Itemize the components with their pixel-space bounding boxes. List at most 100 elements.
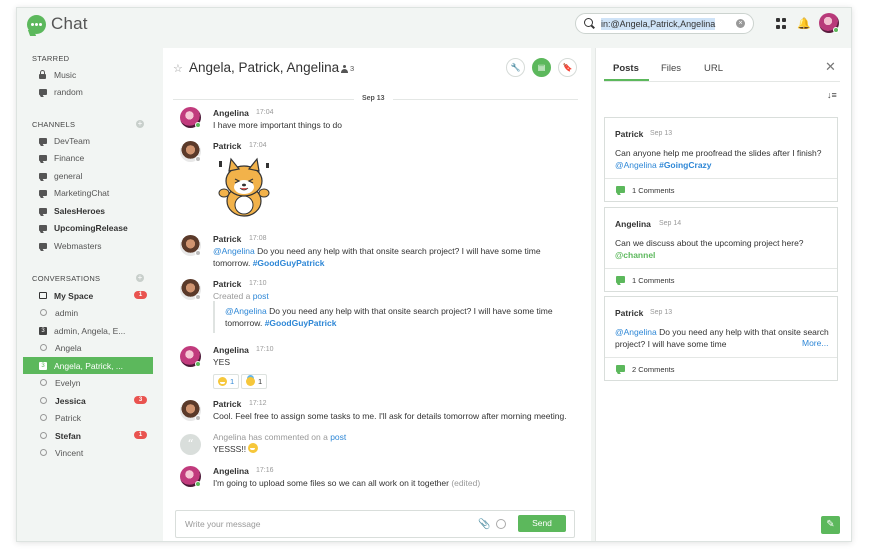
avatar[interactable] — [180, 400, 201, 421]
user-avatar[interactable] — [819, 13, 839, 33]
sidebar-item-label: My Space — [54, 290, 94, 301]
tab-files[interactable]: Files — [661, 63, 681, 74]
tab-url[interactable]: URL — [704, 63, 723, 74]
avatar[interactable] — [180, 346, 201, 367]
post-card[interactable]: Patrick Sep 13 Can anyone help me proofr… — [604, 117, 838, 202]
reaction-count: 1 — [258, 377, 263, 386]
sidebar-item-angela[interactable]: Angela — [17, 339, 162, 356]
sidebar-item-salesheroes[interactable]: SalesHeroes — [17, 202, 162, 219]
sidebar-item-angela-patrick-group[interactable]: 3 Angela, Patrick, ... — [23, 357, 153, 374]
message-time: 17:04 — [256, 109, 274, 116]
online-status-icon — [195, 122, 201, 128]
offline-status-icon — [40, 309, 47, 316]
search-box[interactable]: in:@Angela,Patrick,Angelina × — [575, 13, 754, 34]
hashtag-link[interactable]: #GoodGuyPatrick — [265, 318, 337, 328]
mention-link[interactable]: @Angelina — [213, 246, 255, 256]
sidebar-item-patrick[interactable]: Patrick — [17, 409, 162, 426]
message-author[interactable]: Patrick — [213, 234, 241, 244]
sidebar-item-evelyn[interactable]: Evelyn — [17, 374, 162, 391]
offline-status-icon — [40, 379, 47, 386]
post-link[interactable]: post — [253, 291, 269, 301]
hashtag-link[interactable]: #GoodGuyPatrick — [253, 258, 325, 268]
sidebar-item-marketingchat[interactable]: MarketingChat — [17, 184, 162, 201]
hashtag-link[interactable]: #GoingCrazy — [659, 160, 711, 170]
date-divider: Sep 13 — [354, 95, 393, 102]
offline-status-icon — [40, 344, 47, 351]
post-quote[interactable]: @Angelina Do you need any help with that… — [213, 301, 583, 333]
tab-posts[interactable]: Posts — [613, 63, 639, 74]
details-panel-button[interactable]: ▤ — [532, 58, 551, 77]
chat-panel: ☆ Angela, Patrick, Angelina 3 🔧 ▤ 🔖 Sep … — [163, 48, 591, 541]
bell-icon[interactable]: 🔔 — [797, 18, 811, 30]
avatar[interactable] — [180, 107, 201, 128]
note-author[interactable]: Angelina — [213, 432, 246, 442]
app-logo[interactable]: Chat — [27, 14, 88, 34]
new-post-button[interactable]: ✎ — [821, 516, 840, 534]
member-count[interactable]: 3 — [341, 64, 354, 73]
post-comments[interactable]: 1 Comments — [605, 268, 837, 291]
message-input[interactable] — [185, 519, 465, 529]
sidebar-item-general[interactable]: general — [17, 167, 162, 184]
message-text: I have more important things to do — [213, 120, 342, 130]
message-author[interactable]: Patrick — [213, 279, 241, 289]
post-body: Can anyone help me proofread the slides … — [615, 148, 822, 158]
edited-label: (edited) — [451, 478, 481, 488]
sidebar-item-label: admin, Angela, E... — [54, 325, 126, 336]
message-author[interactable]: Angelina — [213, 108, 249, 118]
app-title: Chat — [51, 14, 88, 33]
sidebar-item-vincent[interactable]: Vincent — [17, 444, 162, 461]
close-icon[interactable]: ✕ — [825, 59, 836, 75]
avatar[interactable] — [180, 235, 201, 256]
sidebar-item-admin-angela-group[interactable]: 3 admin, Angela, E... — [17, 322, 162, 339]
avatar[interactable] — [180, 279, 201, 300]
sidebar-item-devteam[interactable]: DevTeam — [17, 132, 162, 149]
chat-bubble-icon — [39, 88, 47, 95]
more-link[interactable]: More... — [802, 338, 828, 348]
sidebar-item-finance[interactable]: Finance — [17, 149, 162, 166]
apps-grid-icon[interactable] — [776, 18, 788, 30]
post-comments[interactable]: 2 Comments — [605, 357, 837, 380]
sidebar-item-my-space[interactable]: My Space 1 — [17, 287, 162, 304]
message-author[interactable]: Patrick — [213, 399, 241, 409]
add-conversation-icon[interactable]: + — [136, 274, 144, 282]
sidebar-item-admin[interactable]: admin — [17, 304, 162, 321]
sidebar-item-webmasters[interactable]: Webmasters — [17, 237, 162, 254]
online-status-icon — [195, 361, 201, 367]
sidebar-item-label: MarketingChat — [54, 187, 110, 198]
message-author[interactable]: Angelina — [213, 466, 249, 476]
group-icon: 3 — [39, 361, 47, 370]
reaction-halo[interactable]: 1 — [241, 374, 268, 389]
mention-link[interactable]: @Angelina — [225, 306, 267, 316]
mention-link[interactable]: @channel — [615, 250, 655, 260]
mention-link[interactable]: @Angelina — [615, 160, 657, 170]
settings-wrench-button[interactable]: 🔧 — [506, 58, 525, 77]
mention-link[interactable]: @Angelina — [615, 327, 657, 337]
app-window: Chat in:@Angela,Patrick,Angelina × 🔔 STA… — [16, 7, 852, 542]
clear-search-icon[interactable]: × — [736, 19, 745, 28]
post-card[interactable]: Angelina Sep 14 Can we discuss about the… — [604, 207, 838, 292]
add-channel-icon[interactable]: + — [136, 120, 144, 128]
avatar[interactable] — [180, 466, 201, 487]
post-card[interactable]: Patrick Sep 13 @Angelina Do you need any… — [604, 296, 838, 381]
post-comments[interactable]: 1 Comments — [605, 178, 837, 201]
bookmark-button[interactable]: 🔖 — [558, 58, 577, 77]
search-input[interactable]: in:@Angela,Patrick,Angelina — [601, 17, 716, 30]
sort-icon[interactable]: ↓≡ — [827, 90, 837, 100]
sidebar-item-random[interactable]: random — [17, 83, 162, 100]
message-author[interactable]: Angelina — [213, 345, 249, 355]
sidebar-item-upcomingrelease[interactable]: UpcomingRelease — [17, 219, 162, 236]
message-author[interactable]: Patrick — [213, 141, 241, 151]
sidebar-item-stefan[interactable]: Stefan 1 — [17, 427, 162, 444]
post-link[interactable]: post — [330, 432, 346, 442]
post-text: @Angelina Do you need any help with that… — [615, 326, 830, 350]
attachment-icon[interactable]: 📎 — [478, 519, 490, 530]
sidebar-item-music[interactable]: Music — [17, 66, 162, 83]
quote-text: @Angelina Do you need any help with that… — [225, 305, 570, 329]
emoji-picker-icon[interactable] — [496, 519, 506, 529]
member-count-value: 3 — [350, 64, 355, 73]
send-button[interactable]: Send — [518, 515, 566, 532]
reaction-grin[interactable]: 1 — [213, 374, 240, 389]
star-icon[interactable]: ☆ — [173, 62, 183, 75]
sidebar-item-jessica[interactable]: Jessica 3 — [17, 392, 162, 409]
avatar[interactable] — [180, 141, 201, 162]
